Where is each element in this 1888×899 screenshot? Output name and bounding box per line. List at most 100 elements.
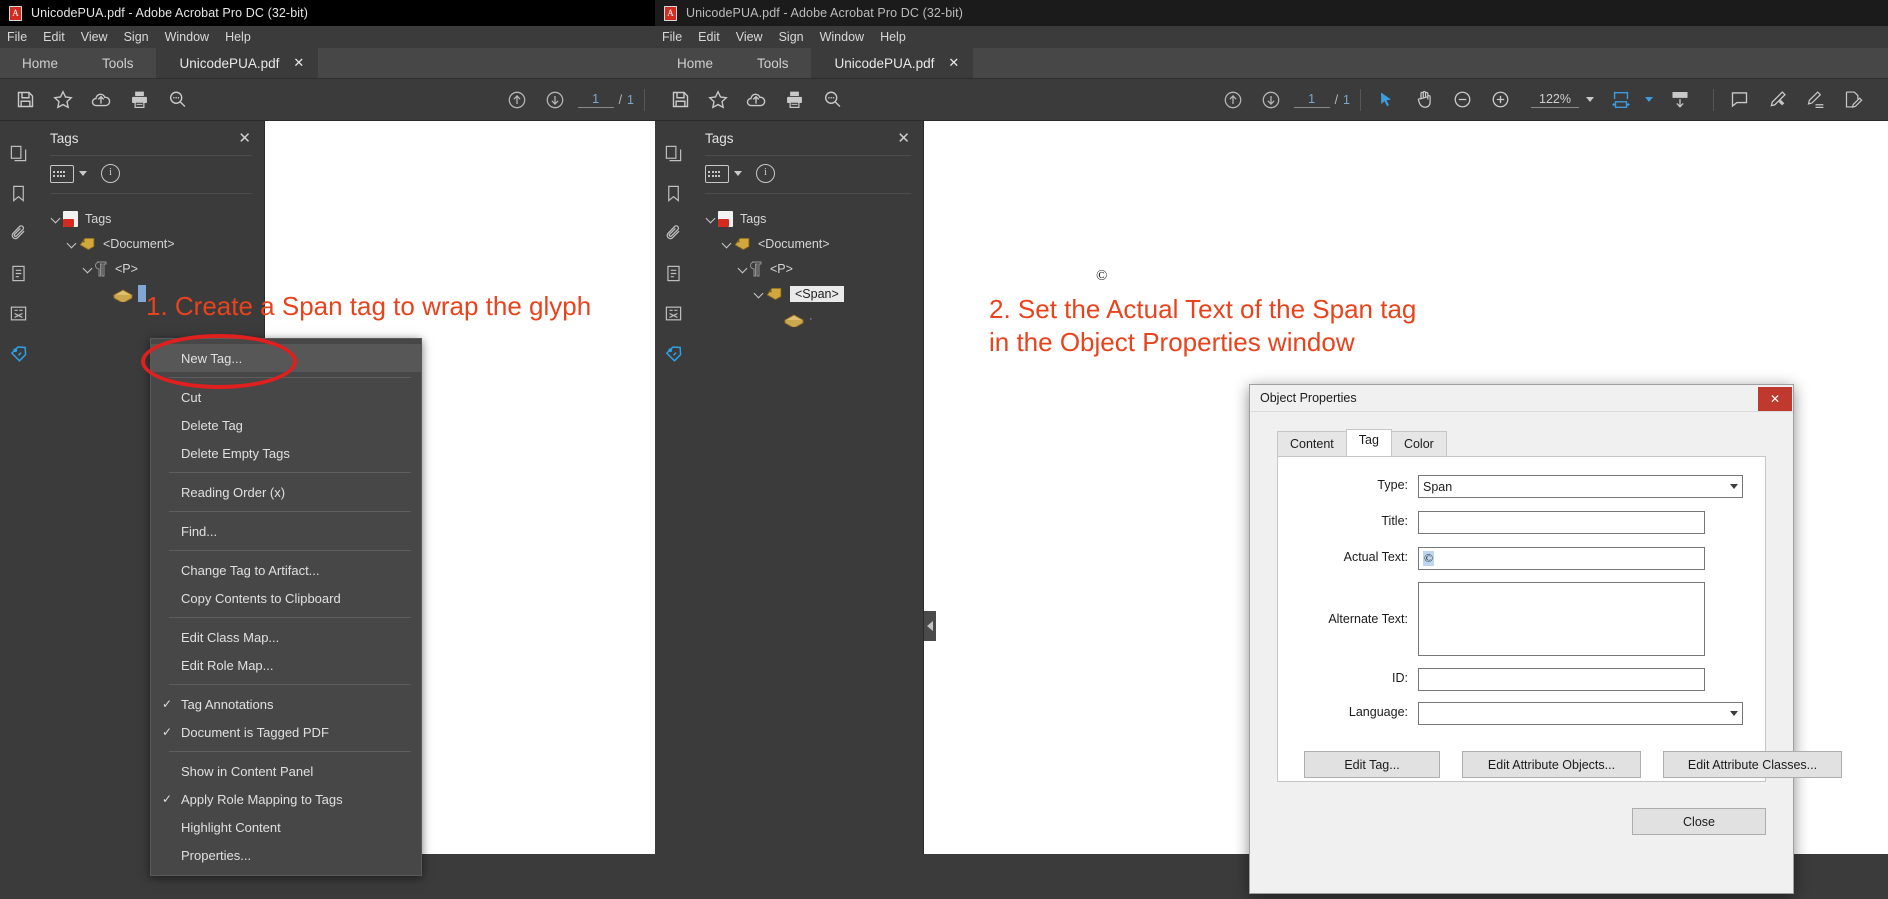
- context-menu-item[interactable]: Show in Content Panel: [151, 757, 421, 785]
- page-number-input[interactable]: 1: [1294, 91, 1330, 108]
- tab-home[interactable]: Home: [655, 48, 735, 78]
- context-menu-item[interactable]: Edit Class Map...: [151, 623, 421, 651]
- content-panel-icon[interactable]: [655, 253, 691, 293]
- page-thumbnails-icon[interactable]: [655, 133, 691, 173]
- context-menu-item[interactable]: Highlight Content: [151, 813, 421, 841]
- menu-edit[interactable]: Edit: [698, 30, 731, 44]
- chevron-down-icon[interactable]: [65, 237, 79, 251]
- menu-help[interactable]: Help: [880, 30, 917, 44]
- options-menu-icon[interactable]: [705, 165, 729, 183]
- tree-node-tags[interactable]: Tags: [36, 206, 264, 231]
- edit-attribute-objects-button[interactable]: Edit Attribute Objects...: [1462, 751, 1641, 778]
- context-menu-item[interactable]: Find...: [151, 517, 421, 545]
- context-menu-item[interactable]: Copy Contents to Clipboard: [151, 584, 421, 612]
- zoom-out-icon[interactable]: [1447, 85, 1477, 115]
- chevron-down-icon[interactable]: [752, 287, 766, 301]
- previous-page-icon[interactable]: [502, 85, 532, 115]
- next-page-icon[interactable]: [1256, 85, 1286, 115]
- print-icon[interactable]: [779, 85, 809, 115]
- menu-sign[interactable]: Sign: [779, 30, 815, 44]
- options-menu-icon[interactable]: [50, 165, 74, 183]
- tags-panel-icon[interactable]: [655, 333, 691, 373]
- chevron-down-icon[interactable]: [81, 262, 95, 276]
- add-to-favourites-icon[interactable]: [48, 85, 78, 115]
- menu-window[interactable]: Window: [165, 30, 220, 44]
- comment-icon[interactable]: [1724, 85, 1754, 115]
- tab-close-icon[interactable]: ✕: [293, 48, 318, 78]
- type-select[interactable]: Span: [1418, 475, 1743, 498]
- attachments-icon[interactable]: [0, 213, 36, 253]
- content-panel-icon[interactable]: [0, 253, 36, 293]
- context-menu-item[interactable]: Reading Order (x): [151, 478, 421, 506]
- draw-freehand-icon[interactable]: [1800, 85, 1830, 115]
- tree-node-document[interactable]: <Document>: [36, 231, 264, 256]
- id-input[interactable]: [1418, 668, 1705, 691]
- context-menu-item[interactable]: Change Tag to Artifact...: [151, 556, 421, 584]
- tree-node-content[interactable]: ·: [691, 306, 923, 331]
- tab-tag[interactable]: Tag: [1346, 429, 1392, 456]
- language-select[interactable]: [1418, 702, 1743, 725]
- context-menu-item[interactable]: ✓Apply Role Mapping to Tags: [151, 785, 421, 813]
- close-icon[interactable]: ✕: [238, 131, 251, 146]
- menu-file[interactable]: File: [7, 30, 38, 44]
- close-icon[interactable]: ✕: [897, 131, 910, 146]
- search-icon[interactable]: [817, 85, 847, 115]
- menu-sign[interactable]: Sign: [124, 30, 160, 44]
- zoom-in-icon[interactable]: [1485, 85, 1515, 115]
- tree-node-document[interactable]: <Document>: [691, 231, 923, 256]
- menu-help[interactable]: Help: [225, 30, 262, 44]
- bookmarks-icon[interactable]: [0, 173, 36, 213]
- info-icon[interactable]: i: [101, 164, 120, 183]
- info-icon[interactable]: i: [756, 164, 775, 183]
- context-menu-item[interactable]: ✓Tag Annotations: [151, 690, 421, 718]
- upload-to-cloud-icon[interactable]: [741, 85, 771, 115]
- menu-file[interactable]: File: [662, 30, 693, 44]
- search-icon[interactable]: [162, 85, 192, 115]
- order-panel-icon[interactable]: [655, 293, 691, 333]
- collapse-panel-button[interactable]: [924, 611, 936, 641]
- chevron-down-icon[interactable]: [704, 212, 718, 226]
- context-menu-item[interactable]: ✓Document is Tagged PDF: [151, 718, 421, 746]
- tags-panel-icon[interactable]: [0, 333, 36, 373]
- tree-node-paragraph[interactable]: <P>: [691, 256, 923, 281]
- fit-page-icon[interactable]: [1606, 85, 1636, 115]
- print-icon[interactable]: [124, 85, 154, 115]
- menu-view[interactable]: View: [736, 30, 774, 44]
- hand-tool-icon[interactable]: [1409, 85, 1439, 115]
- alternate-text-textarea[interactable]: [1418, 582, 1705, 656]
- save-icon[interactable]: [10, 85, 40, 115]
- fill-and-sign-icon[interactable]: [1838, 85, 1868, 115]
- tab-content[interactable]: Content: [1277, 431, 1347, 456]
- menu-edit[interactable]: Edit: [43, 30, 76, 44]
- context-menu-item[interactable]: Edit Role Map...: [151, 651, 421, 679]
- tree-node-paragraph[interactable]: <P>: [36, 256, 264, 281]
- save-icon[interactable]: [665, 85, 695, 115]
- tab-tools[interactable]: Tools: [80, 48, 156, 78]
- context-menu-item[interactable]: Delete Empty Tags: [151, 439, 421, 467]
- close-icon[interactable]: ✕: [1758, 387, 1792, 411]
- menu-window[interactable]: Window: [820, 30, 875, 44]
- tab-close-icon[interactable]: ✕: [948, 48, 973, 78]
- chevron-down-icon[interactable]: [734, 171, 742, 176]
- tab-home[interactable]: Home: [0, 48, 80, 78]
- close-button[interactable]: Close: [1632, 808, 1766, 835]
- menu-view[interactable]: View: [81, 30, 119, 44]
- tab-document[interactable]: UnicodePUA.pdf: [156, 48, 294, 78]
- attachments-icon[interactable]: [655, 213, 691, 253]
- chevron-down-icon[interactable]: [1645, 97, 1653, 102]
- page-thumbnails-icon[interactable]: [0, 133, 36, 173]
- chevron-down-icon[interactable]: [1586, 97, 1594, 102]
- chevron-down-icon[interactable]: [720, 237, 734, 251]
- upload-to-cloud-icon[interactable]: [86, 85, 116, 115]
- context-menu-item[interactable]: Cut: [151, 383, 421, 411]
- context-menu-item[interactable]: New Tag...: [151, 344, 421, 372]
- add-to-favourites-icon[interactable]: [703, 85, 733, 115]
- context-menu-item[interactable]: Delete Tag: [151, 411, 421, 439]
- next-page-icon[interactable]: [540, 85, 570, 115]
- chevron-down-icon[interactable]: [49, 212, 63, 226]
- bookmarks-icon[interactable]: [655, 173, 691, 213]
- tags-context-menu[interactable]: New Tag... CutDelete TagDelete Empty Tags…: [150, 338, 422, 876]
- scroll-mode-icon[interactable]: [1665, 85, 1695, 115]
- highlight-text-icon[interactable]: [1762, 85, 1792, 115]
- chevron-down-icon[interactable]: [79, 171, 87, 176]
